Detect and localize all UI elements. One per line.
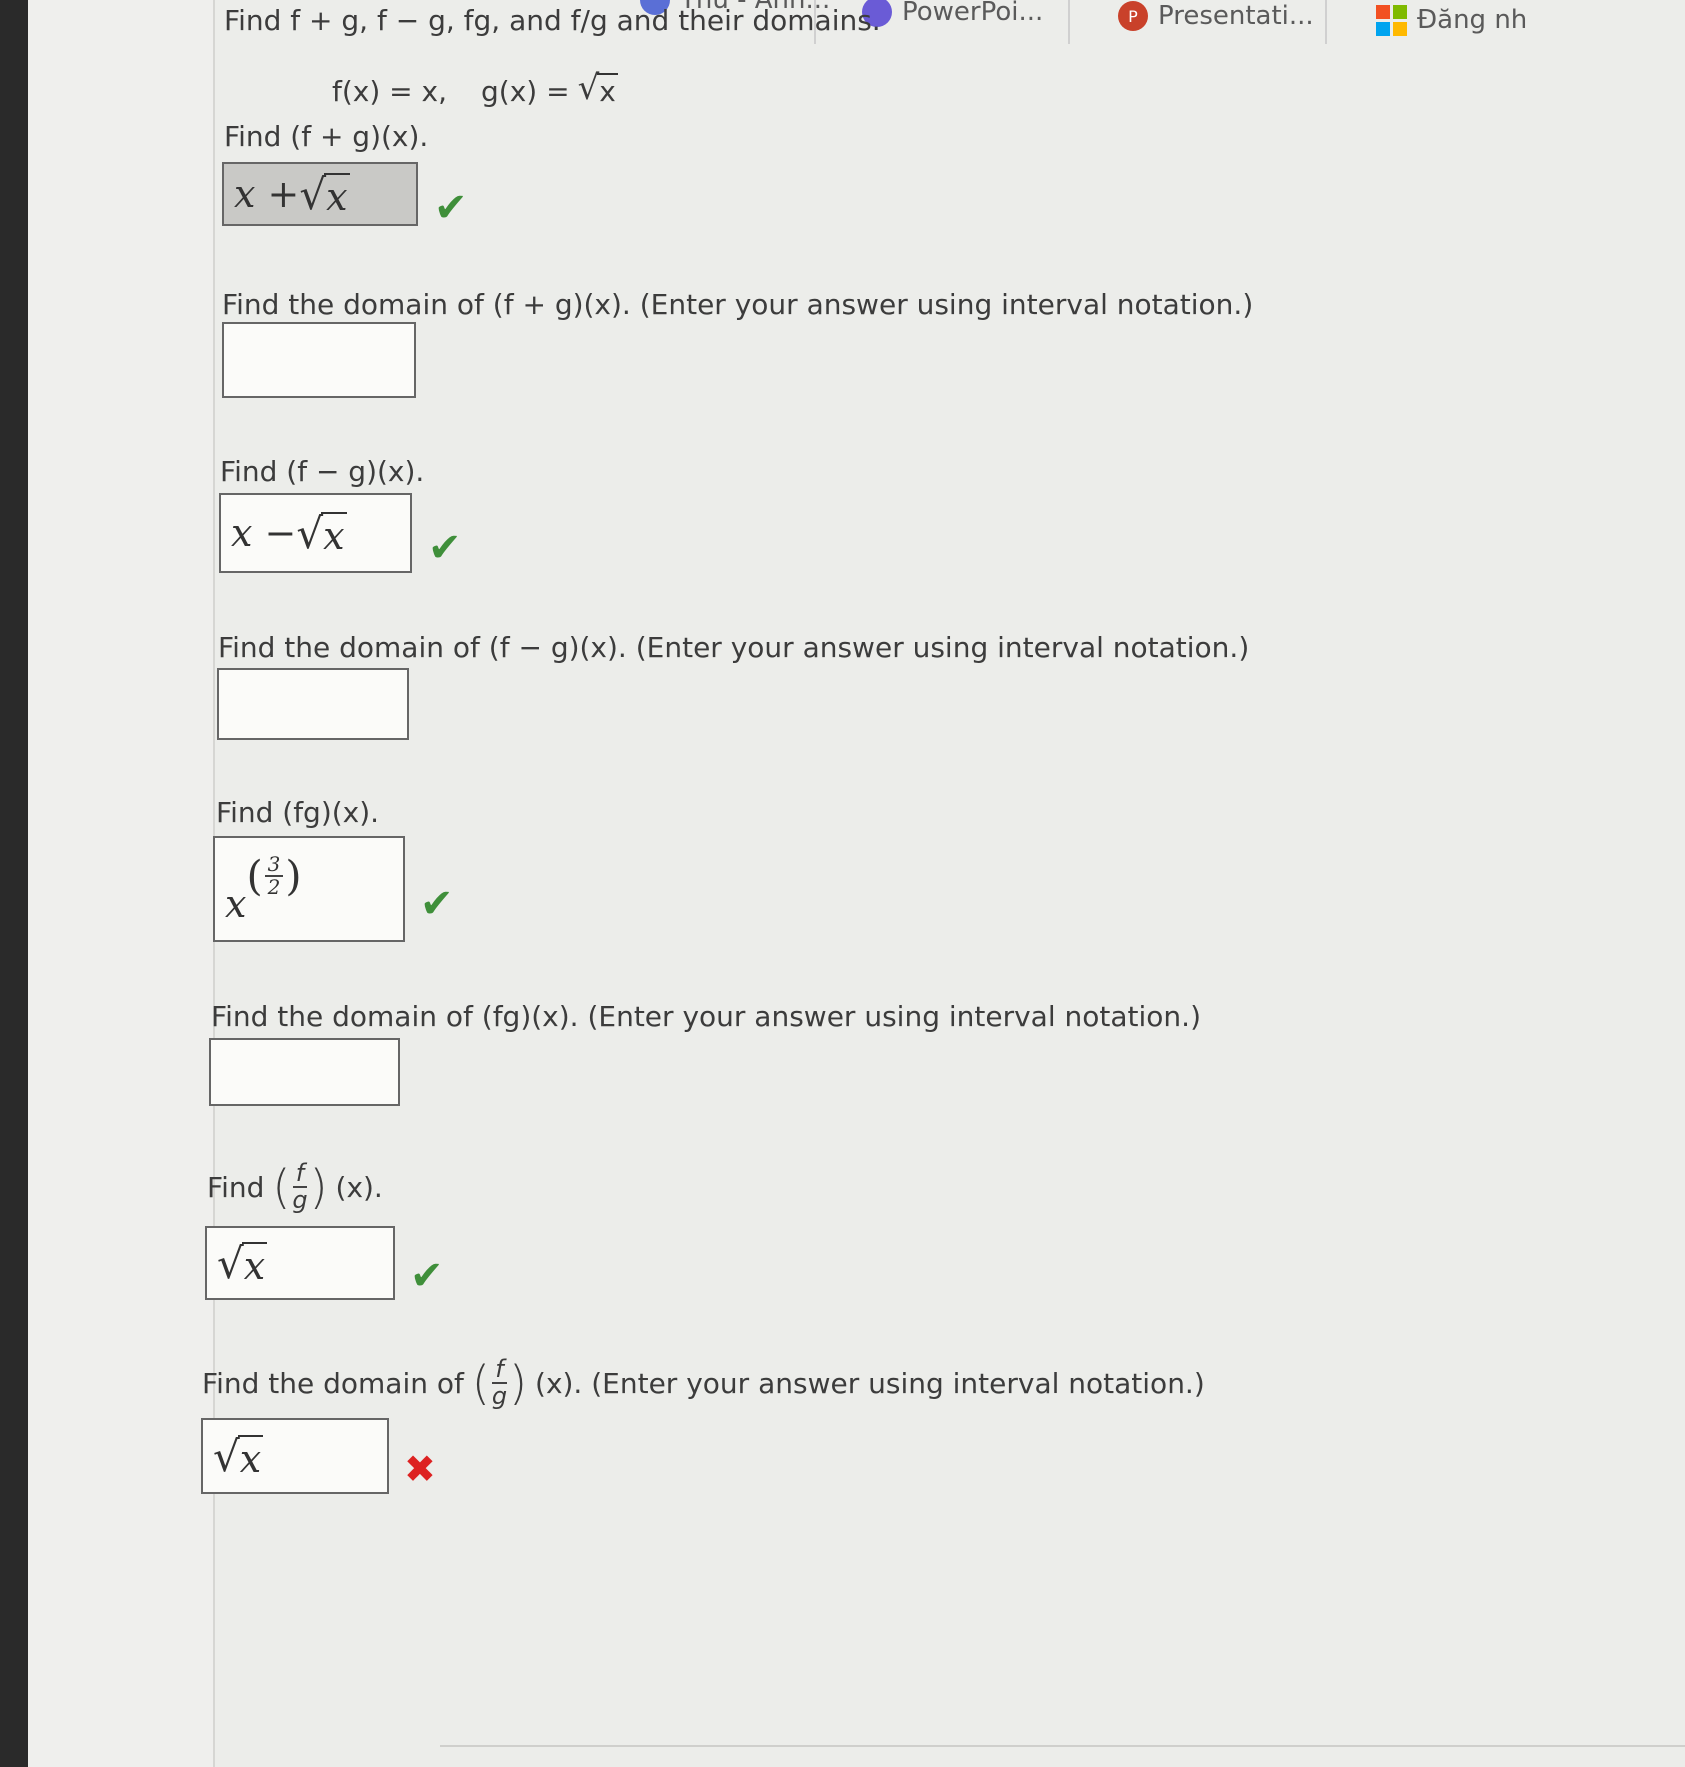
answer-text: x +: [234, 172, 300, 216]
microsoft-icon: [1376, 4, 1407, 36]
answer-field-quotient[interactable]: √ x: [205, 1226, 395, 1300]
question-prompt-product-domain: Find the domain of (fg)(x). (Enter your …: [211, 1000, 1201, 1033]
bookmark-label: PowerPoi...: [902, 0, 1044, 27]
answer-field-sum[interactable]: x + √ x: [222, 162, 418, 226]
sqrt-symbol: √ x: [577, 68, 618, 108]
radicand: x: [321, 511, 347, 558]
answer-field-product-domain[interactable]: [209, 1038, 400, 1106]
bookmark-tab-3[interactable]: P Presentati...: [1118, 0, 1314, 38]
fraction: f g: [292, 1160, 308, 1214]
quotient-fraction: ( f g ): [272, 1158, 328, 1214]
prompt-text: Find: [207, 1170, 265, 1204]
bookmark-label: Presentati...: [1158, 1, 1314, 31]
bookmark-tab-2[interactable]: PowerPoi...: [862, 0, 1043, 34]
answer-field-sum-domain[interactable]: [222, 322, 416, 398]
sqrt-symbol: √ x: [217, 1238, 268, 1288]
question-prompt-product: Find (fg)(x).: [216, 796, 380, 829]
question-prompt-difference-domain: Find the domain of (f − g)(x). (Enter yo…: [218, 631, 1250, 664]
tab-divider: [1068, 0, 1070, 44]
definition-f: f(x) = x,: [332, 75, 448, 108]
exponent-fraction: 3 2: [264, 853, 284, 899]
answer-field-product[interactable]: x ( 3 2 ): [213, 836, 405, 942]
radicand: x: [237, 1434, 264, 1481]
question-prompt-difference: Find (f − g)(x).: [220, 455, 425, 488]
problem-header: Find f + g, f − g, fg, and f/g and their…: [224, 4, 881, 37]
prompt-text: (x). (Enter your answer using interval n…: [535, 1366, 1205, 1400]
fraction-numerator: f: [292, 1160, 308, 1188]
fraction-denominator: 2: [267, 874, 281, 899]
fraction-numerator: f: [492, 1356, 507, 1384]
fraction-denominator: g: [491, 1382, 508, 1410]
powerpoint-icon: P: [1118, 1, 1148, 31]
question-prompt-quotient: Find ( f g ) (x).: [207, 1160, 383, 1214]
fraction: f g: [491, 1356, 508, 1410]
bookmark-label: Đăng nh: [1417, 5, 1528, 35]
tab-divider: [1325, 0, 1327, 44]
radicand: x: [597, 73, 618, 108]
question-prompt-sum-domain: Find the domain of (f + g)(x). (Enter yo…: [222, 288, 1254, 321]
correct-check-icon: ✔: [434, 185, 468, 231]
answer-field-quotient-domain[interactable]: √ x: [201, 1418, 389, 1494]
sqrt-symbol: √ x: [296, 508, 347, 558]
incorrect-x-icon: ✖: [404, 1447, 436, 1491]
answer-base: x: [225, 882, 247, 926]
answer-text: x −: [231, 511, 297, 555]
answer-field-difference-domain[interactable]: [217, 668, 409, 740]
radicand: x: [241, 1241, 268, 1288]
problem-definitions: f(x) = x, g(x) = √ x: [332, 68, 618, 108]
bookmark-tab-4[interactable]: Đăng nh: [1376, 0, 1527, 42]
exponent: ( 3 2 ): [246, 851, 302, 900]
divider: [440, 1745, 1685, 1747]
sqrt-symbol: √ x: [299, 169, 350, 219]
quotient-fraction: ( f g ): [471, 1354, 528, 1410]
prompt-text: (x).: [335, 1170, 383, 1204]
question-prompt-sum: Find (f + g)(x).: [224, 120, 429, 153]
definition-g: g(x) = √ x: [481, 68, 618, 108]
answer-field-difference[interactable]: x − √ x: [219, 493, 412, 573]
radicand: x: [324, 172, 350, 219]
sqrt-symbol: √ x: [213, 1431, 264, 1481]
prompt-text: Find the domain of: [202, 1366, 464, 1400]
fraction-denominator: g: [292, 1186, 308, 1214]
correct-check-icon: ✔: [410, 1253, 444, 1299]
correct-check-icon: ✔: [420, 881, 454, 927]
left-panel: [28, 0, 215, 1767]
question-prompt-quotient-domain: Find the domain of ( f g ) (x). (Enter y…: [202, 1356, 1205, 1410]
correct-check-icon: ✔: [428, 525, 462, 571]
fraction-numerator: 3: [264, 853, 284, 877]
definition-g-label: g(x) =: [481, 75, 570, 108]
